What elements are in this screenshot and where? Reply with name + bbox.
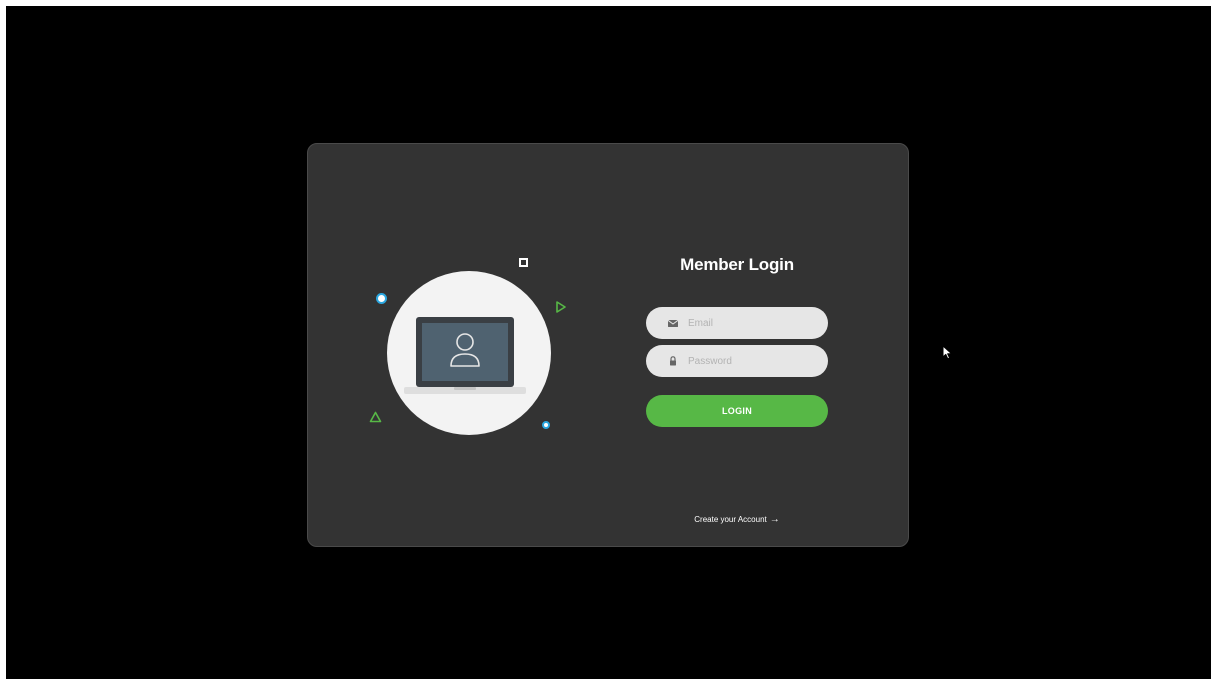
login-button[interactable]: LOGIN: [646, 395, 828, 427]
decorative-triangle-up-icon: [369, 411, 382, 423]
decorative-triangle-right-icon: [556, 301, 566, 313]
login-card: Member Login LOGIN Create your Account→: [307, 143, 909, 547]
email-input[interactable]: [688, 307, 818, 339]
login-form: Member Login LOGIN Create your Account→: [646, 144, 828, 548]
lock-icon: [670, 356, 676, 366]
mouse-cursor-icon: [942, 345, 953, 360]
create-account-label: Create your Account: [694, 515, 767, 524]
password-input[interactable]: [688, 345, 818, 377]
email-field-container: [646, 307, 828, 339]
create-account-link[interactable]: Create your Account →: [646, 514, 828, 525]
form-title: Member Login: [680, 255, 794, 274]
password-field-container: [646, 345, 828, 377]
decorative-square-icon: [519, 258, 528, 267]
envelope-icon: [667, 319, 679, 327]
login-illustration: [308, 144, 608, 548]
arrow-right-icon: →: [769, 514, 780, 525]
app-screen: Member Login LOGIN Create your Account→: [6, 6, 1211, 679]
decorative-ring-icon: [376, 293, 387, 304]
laptop-user-icon: [404, 317, 526, 394]
decorative-dot-icon: [542, 421, 550, 429]
